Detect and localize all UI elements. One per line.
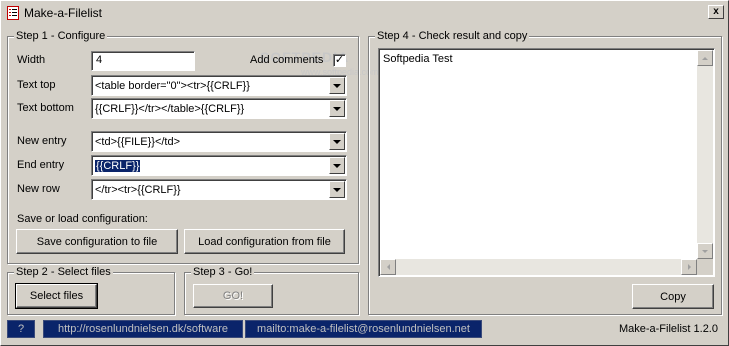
scroll-up-button[interactable] xyxy=(697,50,713,66)
text-top-dropdown-button[interactable] xyxy=(329,77,345,94)
close-button[interactable]: x xyxy=(708,5,724,19)
select-files-button[interactable]: Select files xyxy=(15,283,98,309)
app-icon xyxy=(7,5,19,20)
vertical-scrollbar[interactable] xyxy=(697,50,713,259)
arrow-right-icon xyxy=(687,264,691,270)
width-input[interactable]: 4 xyxy=(91,51,195,71)
new-row-combo[interactable]: </tr><tr>{{CRLF}} xyxy=(91,179,347,200)
help-button[interactable]: ? xyxy=(7,320,35,338)
horizontal-scrollbar[interactable] xyxy=(380,259,697,275)
text-bottom-dropdown-button[interactable] xyxy=(329,100,345,117)
end-entry-value: {{CRLF}} xyxy=(95,160,141,172)
end-entry-combo[interactable]: {{CRLF}} xyxy=(91,155,347,176)
mail-link[interactable]: mailto:make-a-filelist@rosenlundnielsen.… xyxy=(245,320,482,338)
text-bottom-value: {{CRLF}}</tr></table>{{CRLF}} xyxy=(95,103,245,115)
text-top-value: <table border="0"><tr>{{CRLF}} xyxy=(95,80,250,92)
text-bottom-combo[interactable]: {{CRLF}}</tr></table>{{CRLF}} xyxy=(91,98,347,119)
end-entry-value-wrap: {{CRLF}} xyxy=(95,159,326,173)
chevron-down-icon xyxy=(333,83,341,88)
result-text: Softpedia Test xyxy=(383,53,453,65)
step3-legend: Step 3 - Go! xyxy=(191,265,255,279)
new-row-dropdown-button[interactable] xyxy=(329,181,345,198)
arrow-up-icon xyxy=(702,56,708,60)
window-title: Make-a-Filelist xyxy=(24,5,103,20)
text-bottom-label: Text bottom xyxy=(17,102,74,114)
new-entry-dropdown-button[interactable] xyxy=(329,133,345,150)
app-window: Make-a-Filelist x SOFTPEDIA www.softpedi… xyxy=(0,0,729,346)
new-entry-value: <td>{{FILE}}</td> xyxy=(95,136,181,148)
checkmark-icon: ✓ xyxy=(334,54,345,66)
copy-button[interactable]: Copy xyxy=(632,284,714,309)
title-bar: Make-a-Filelist x xyxy=(3,3,726,22)
new-entry-combo[interactable]: <td>{{FILE}}</td> xyxy=(91,131,347,152)
text-top-combo[interactable]: <table border="0"><tr>{{CRLF}} xyxy=(91,75,347,96)
step2-legend: Step 2 - Select files xyxy=(14,265,113,279)
step1-legend: Step 1 - Configure xyxy=(14,29,108,43)
text-top-label: Text top xyxy=(17,79,56,91)
arrow-down-icon xyxy=(702,249,708,253)
save-config-button[interactable]: Save configuration to file xyxy=(16,229,178,254)
result-textarea[interactable]: Softpedia Test xyxy=(378,48,715,277)
chevron-down-icon xyxy=(333,163,341,168)
close-icon: x xyxy=(713,6,719,17)
new-entry-label: New entry xyxy=(17,135,67,147)
step4-legend: Step 4 - Check result and copy xyxy=(375,29,530,43)
website-link[interactable]: http://rosenlundnielsen.dk/software xyxy=(43,320,243,338)
chevron-down-icon xyxy=(333,187,341,192)
arrow-left-icon xyxy=(386,264,390,270)
scroll-left-button[interactable] xyxy=(380,259,396,275)
go-button[interactable]: GO! xyxy=(193,284,273,308)
width-label: Width xyxy=(17,54,46,66)
load-config-button[interactable]: Load configuration from file xyxy=(184,229,345,254)
scroll-down-button[interactable] xyxy=(697,243,713,259)
chevron-down-icon xyxy=(333,106,341,111)
end-entry-dropdown-button[interactable] xyxy=(329,157,345,174)
new-row-label: New row xyxy=(17,183,60,195)
status-bar: ? http://rosenlundnielsen.dk/software ma… xyxy=(7,320,724,338)
version-label: Make-a-Filelist 1.2.0 xyxy=(618,323,718,335)
save-load-label: Save or load configuration: xyxy=(17,213,148,225)
scrollbar-corner xyxy=(697,259,713,275)
chevron-down-icon xyxy=(333,139,341,144)
add-comments-label: Add comments xyxy=(250,54,324,66)
add-comments-checkbox[interactable]: ✓ xyxy=(333,54,346,67)
end-entry-label: End entry xyxy=(17,159,65,171)
new-row-value: </tr><tr>{{CRLF}} xyxy=(95,184,181,196)
scroll-right-button[interactable] xyxy=(681,259,697,275)
